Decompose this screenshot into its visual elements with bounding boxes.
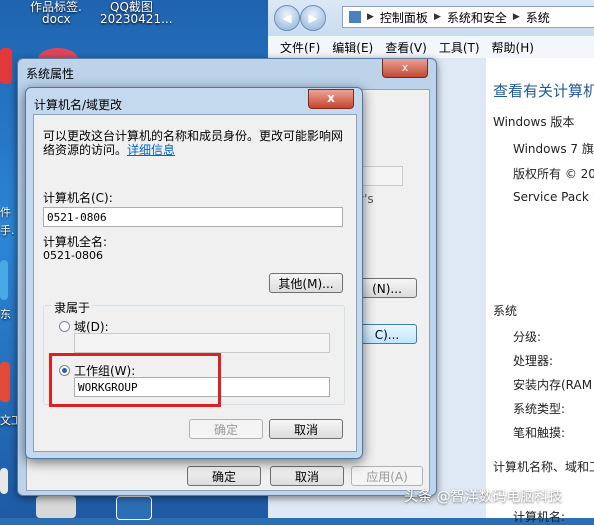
computer-name-input[interactable]: 0521-0806 (43, 207, 343, 227)
explorer-menubar: 文件(F) 编辑(E) 查看(V) 工具(T) 帮助(H) (268, 36, 594, 59)
spec-row: 安装内存(RAM (513, 378, 593, 392)
address-bar[interactable]: ▶ 控制面板 ▶ 系统和安全 ▶ 系统 (342, 6, 594, 28)
copyright-text: 版权所有 © 20 (513, 167, 594, 181)
menu-file[interactable]: 文件(F) (280, 39, 320, 56)
ok-button[interactable]: 确定 (187, 466, 261, 486)
app-icon[interactable] (0, 362, 10, 402)
partial-button[interactable]: (N)... (357, 278, 417, 298)
cancel-button[interactable]: 取消 (270, 466, 344, 486)
details-link[interactable]: 详细信息 (127, 143, 175, 157)
partial-label: 手. (0, 224, 15, 237)
chevron-right-icon: ▶ (433, 12, 441, 22)
partial-label: 件 (0, 206, 11, 219)
spec-row: 分级: (513, 330, 542, 344)
close-button[interactable]: x (308, 89, 354, 109)
partial-label: 东 (0, 308, 11, 321)
spec-row: 系统类型: (513, 402, 566, 416)
app-icon[interactable] (0, 468, 8, 494)
app-icon[interactable] (116, 496, 152, 520)
service-pack: Service Pack 1 (513, 190, 594, 204)
description-text-2: 络资源的访问。详细信息 (43, 141, 175, 158)
watermark: 头条 @智洋数码电脑科技 (404, 489, 563, 505)
menu-help[interactable]: 帮助(H) (492, 39, 534, 56)
menu-edit[interactable]: 编辑(E) (332, 39, 373, 56)
breadcrumb-item[interactable]: 控制面板 (380, 9, 428, 26)
forward-button[interactable]: ▶ (300, 5, 326, 31)
app-icon[interactable] (36, 496, 76, 518)
spec-row: 处理器: (513, 354, 554, 368)
menu-view[interactable]: 查看(V) (385, 39, 427, 56)
member-of-label: 隶属于 (52, 299, 93, 316)
explorer-toolbar: ◀ ▶ ▶ 控制面板 ▶ 系统和安全 ▶ 系统 (268, 0, 594, 37)
spec-row: 笔和触摸: (513, 426, 566, 440)
apply-button[interactable]: 应用(A) (351, 466, 423, 486)
app-icon[interactable] (0, 48, 12, 84)
desktop-item-label[interactable]: 20230421... (100, 12, 173, 26)
page-heading: 查看有关计算机 (493, 82, 594, 100)
partial-button[interactable]: C)... (357, 324, 417, 344)
chevron-right-icon: ▶ (512, 12, 520, 22)
breadcrumb-item[interactable]: 系统和安全 (447, 9, 507, 26)
ok-button[interactable]: 确定 (189, 419, 263, 439)
full-name-value: 0521-0806 (43, 249, 103, 262)
domain-input[interactable] (74, 333, 330, 353)
description-text: 络资源的访问。 (43, 143, 128, 157)
close-button[interactable]: x (382, 59, 428, 78)
system-section-label: 系统 (493, 304, 518, 318)
dialog-title: 计算机名/域更改 (34, 98, 123, 112)
name-section-label: 计算机名称、域和工 (493, 460, 594, 474)
domain-radio[interactable] (59, 321, 70, 332)
breadcrumb-item[interactable]: 系统 (526, 9, 550, 26)
back-button[interactable]: ◀ (274, 5, 300, 31)
app-icon[interactable] (0, 260, 8, 300)
desktop-item-label[interactable]: docx (42, 12, 71, 26)
computer-name-label: 计算机名(C): (43, 191, 113, 205)
dialog-title: 系统属性 (26, 67, 75, 81)
control-panel-icon (349, 11, 361, 23)
menu-tools[interactable]: 工具(T) (439, 39, 480, 56)
windows-version-label: Windows 版本 (493, 115, 575, 129)
cancel-button[interactable]: 取消 (269, 419, 343, 439)
other-button[interactable]: 其他(M)... (269, 273, 343, 293)
computer-name-label: 计算机名: (513, 510, 566, 524)
windows-edition: Windows 7 旗 (513, 142, 594, 156)
chevron-right-icon: ▶ (367, 12, 374, 22)
full-name-label: 计算机全名: (43, 235, 108, 249)
highlight-box (49, 353, 221, 407)
